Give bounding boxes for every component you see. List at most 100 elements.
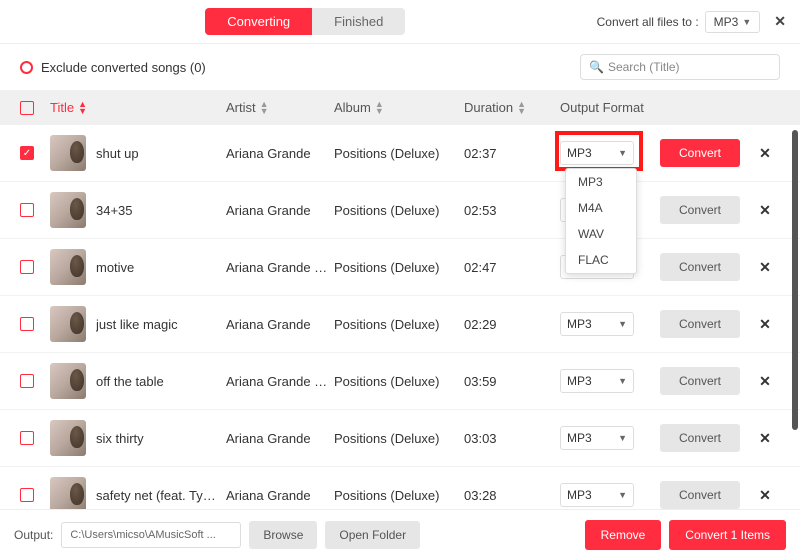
sort-icon: ▲▼ [260, 101, 269, 115]
track-duration: 03:28 [464, 488, 560, 503]
track-album: Positions (Deluxe) [334, 203, 464, 218]
output-label: Output: [14, 528, 53, 542]
exclude-label: Exclude converted songs (0) [41, 60, 206, 75]
table-row: motiveAriana Grande & ...Positions (Delu… [0, 239, 800, 296]
track-duration: 02:53 [464, 203, 560, 218]
track-title: just like magic [96, 317, 178, 332]
convert-button[interactable]: Convert [660, 196, 740, 224]
format-select[interactable]: MP3 ▼ [560, 312, 634, 336]
convert-button[interactable]: Convert [660, 310, 740, 338]
track-album: Positions (Deluxe) [334, 146, 464, 161]
convert-button[interactable]: Convert [660, 481, 740, 509]
main-tabs: Converting Finished [205, 8, 405, 35]
track-title: motive [96, 260, 134, 275]
header-duration[interactable]: Duration▲▼ [464, 100, 560, 115]
track-artist: Ariana Grande [226, 203, 334, 218]
row-checkbox[interactable] [20, 431, 34, 445]
table-row: off the table Ariana Grande & ...Position… [0, 353, 800, 410]
format-option[interactable]: MP3 [566, 169, 636, 195]
album-art [50, 477, 86, 513]
header-album[interactable]: Album▲▼ [334, 100, 464, 115]
row-checkbox[interactable] [20, 488, 34, 502]
open-folder-button[interactable]: Open Folder [325, 521, 420, 549]
header-format: Output Format [560, 100, 660, 115]
track-duration: 02:47 [464, 260, 560, 275]
album-art [50, 363, 86, 399]
format-select[interactable]: MP3▼ [560, 141, 634, 165]
row-checkbox[interactable]: ✓ [20, 146, 34, 160]
convert-all-label: Convert all files to : [597, 15, 699, 29]
track-title: 34+35 [96, 203, 133, 218]
exclude-radio[interactable] [20, 61, 33, 74]
track-title: six thirty [96, 431, 144, 446]
format-select[interactable]: MP3 ▼ [560, 483, 634, 507]
convert-button[interactable]: Convert [660, 367, 740, 395]
format-option[interactable]: WAV [566, 221, 636, 247]
track-duration: 02:37 [464, 146, 560, 161]
scrollbar[interactable] [792, 130, 798, 430]
select-all-checkbox[interactable] [20, 101, 34, 115]
sort-icon: ▲▼ [517, 101, 526, 115]
chevron-down-icon: ▼ [618, 490, 627, 500]
format-value: MP3 [567, 488, 592, 502]
format-dropdown: MP3M4AWAVFLAC [565, 168, 637, 274]
row-checkbox[interactable] [20, 260, 34, 274]
browse-button[interactable]: Browse [249, 521, 317, 549]
row-checkbox[interactable] [20, 203, 34, 217]
track-duration: 03:03 [464, 431, 560, 446]
format-option[interactable]: FLAC [566, 247, 636, 273]
table-row: just like magicAriana GrandePositions (D… [0, 296, 800, 353]
track-title: off the table [96, 374, 164, 389]
convert-items-button[interactable]: Convert 1 Items [669, 520, 786, 550]
track-artist: Ariana Grande & ... [226, 374, 334, 389]
table-row: 34+35 Ariana GrandePositions (Deluxe)02:5… [0, 182, 800, 239]
close-icon[interactable]: ✕ [774, 13, 786, 30]
album-art [50, 192, 86, 228]
format-select[interactable]: MP3▼ [560, 369, 634, 393]
track-title: safety net (feat. Ty ... [96, 488, 216, 503]
remove-row-icon[interactable]: ✕ [750, 259, 780, 276]
format-value: MP3 [567, 431, 592, 445]
track-artist: Ariana Grande [226, 146, 334, 161]
tab-converting[interactable]: Converting [205, 8, 312, 35]
sort-icon: ▲▼ [78, 101, 87, 115]
convert-button[interactable]: Convert [660, 253, 740, 281]
remove-button[interactable]: Remove [585, 520, 662, 550]
format-select[interactable]: MP3 ▼ [560, 426, 634, 450]
chevron-down-icon: ▼ [618, 148, 627, 158]
remove-row-icon[interactable]: ✕ [750, 487, 780, 504]
track-album: Positions (Deluxe) [334, 374, 464, 389]
remove-row-icon[interactable]: ✕ [750, 373, 780, 390]
row-checkbox[interactable] [20, 374, 34, 388]
tab-finished[interactable]: Finished [312, 8, 405, 35]
search-input[interactable]: 🔍 Search (Title) [580, 54, 780, 80]
track-artist: Ariana Grande [226, 488, 334, 503]
remove-row-icon[interactable]: ✕ [750, 430, 780, 447]
album-art [50, 420, 86, 456]
header-artist[interactable]: Artist▲▼ [226, 100, 334, 115]
remove-row-icon[interactable]: ✕ [750, 145, 780, 162]
album-art [50, 306, 86, 342]
chevron-down-icon: ▼ [618, 433, 627, 443]
table-header: Title▲▼ Artist▲▼ Album▲▼ Duration▲▼ Outp… [0, 90, 800, 125]
convert-button[interactable]: Convert [660, 139, 740, 167]
remove-row-icon[interactable]: ✕ [750, 202, 780, 219]
track-artist: Ariana Grande [226, 317, 334, 332]
track-title: shut up [96, 146, 139, 161]
output-path-field[interactable]: C:\Users\micso\AMusicSoft ... [61, 522, 241, 548]
convert-all-select[interactable]: MP3 ▼ [705, 11, 761, 33]
remove-row-icon[interactable]: ✕ [750, 316, 780, 333]
track-duration: 02:29 [464, 317, 560, 332]
row-checkbox[interactable] [20, 317, 34, 331]
chevron-down-icon: ▼ [618, 319, 627, 329]
track-album: Positions (Deluxe) [334, 260, 464, 275]
format-option[interactable]: M4A [566, 195, 636, 221]
chevron-down-icon: ▼ [742, 17, 751, 27]
header-title[interactable]: Title▲▼ [50, 100, 226, 115]
convert-button[interactable]: Convert [660, 424, 740, 452]
format-value: MP3 [567, 317, 592, 331]
track-artist: Ariana Grande [226, 431, 334, 446]
album-art [50, 135, 86, 171]
album-art [50, 249, 86, 285]
chevron-down-icon: ▼ [618, 376, 627, 386]
